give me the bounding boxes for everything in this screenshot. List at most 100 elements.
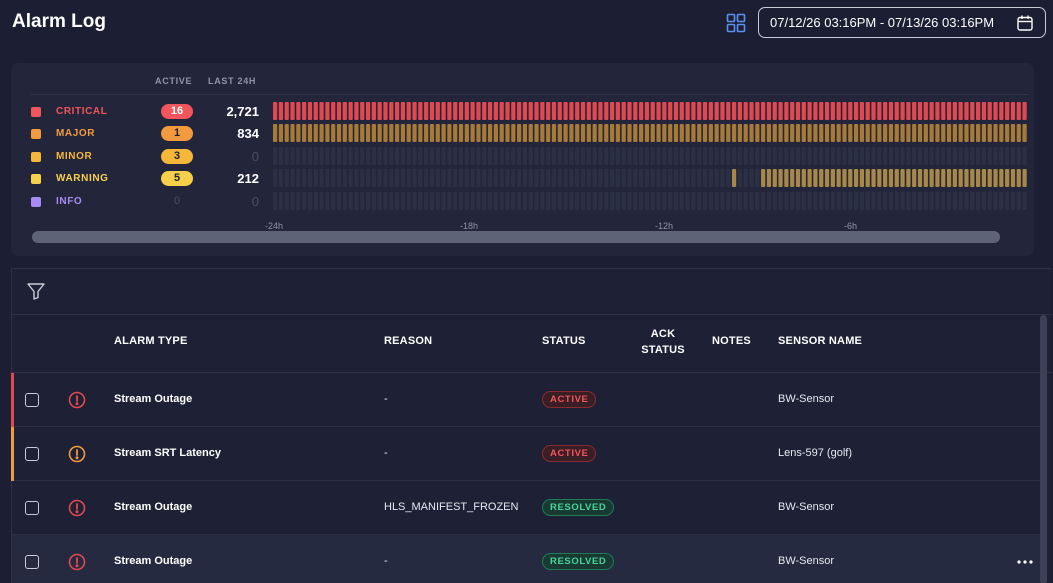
histogram-bar bbox=[429, 192, 435, 210]
sensor-name-cell[interactable]: BW-Sensor bbox=[778, 501, 834, 513]
row-checkbox[interactable] bbox=[25, 501, 39, 515]
histogram-bar bbox=[348, 192, 353, 210]
histogram-bar bbox=[772, 169, 777, 187]
histogram-bar bbox=[964, 147, 969, 165]
histogram-bar bbox=[883, 147, 888, 165]
table-row[interactable]: Stream Outage HLS_MANIFEST_FROZEN RESOLV… bbox=[12, 481, 1040, 535]
histogram-bar bbox=[400, 192, 406, 210]
histogram-bar bbox=[784, 192, 789, 210]
severity-row-info[interactable]: INFO 0 0 bbox=[11, 192, 1034, 212]
histogram-bar bbox=[470, 102, 475, 120]
histogram-bar bbox=[790, 124, 795, 142]
column-header-reason[interactable]: REASON bbox=[384, 335, 432, 347]
sensor-name-cell[interactable]: Lens-597 (golf) bbox=[778, 447, 852, 459]
histogram-bar bbox=[493, 147, 498, 165]
histogram-bar bbox=[487, 192, 493, 210]
histogram-bar bbox=[854, 169, 859, 187]
histogram-bar bbox=[743, 192, 748, 210]
histogram-bar bbox=[633, 192, 638, 210]
histogram-bar bbox=[313, 192, 318, 210]
reason-cell: - bbox=[384, 555, 388, 567]
histogram-bar bbox=[586, 147, 591, 165]
histogram-bar bbox=[883, 192, 888, 210]
histogram-bar bbox=[290, 102, 295, 120]
histogram-bar bbox=[778, 124, 783, 142]
histogram-bar bbox=[633, 102, 638, 120]
severity-row-minor[interactable]: MINOR 3 0 bbox=[11, 147, 1034, 167]
histogram-bar bbox=[383, 147, 388, 165]
row-checkbox[interactable] bbox=[25, 393, 39, 407]
histogram-bar bbox=[935, 124, 940, 142]
histogram-bar bbox=[487, 124, 493, 142]
more-options-icon[interactable] bbox=[1016, 554, 1034, 570]
table-row[interactable]: Stream Outage - RESOLVED BW-Sensor bbox=[12, 535, 1040, 583]
histogram-bar bbox=[511, 147, 516, 165]
histogram-bar bbox=[877, 124, 882, 142]
table-scrollbar[interactable] bbox=[1040, 315, 1047, 583]
histogram-bar bbox=[795, 124, 801, 142]
histogram-bar bbox=[575, 192, 580, 210]
column-header-sensor-name[interactable]: SENSOR NAME bbox=[778, 335, 862, 347]
alarm-type-cell[interactable]: Stream Outage bbox=[114, 393, 192, 405]
histogram-bar bbox=[941, 102, 946, 120]
alarm-type-cell[interactable]: Stream Outage bbox=[114, 501, 192, 513]
table-row[interactable]: Stream Outage - ACTIVE BW-Sensor bbox=[11, 373, 1040, 427]
histogram-bar bbox=[842, 169, 847, 187]
histogram-bar bbox=[702, 147, 708, 165]
histogram-bar bbox=[563, 102, 568, 120]
date-range-picker[interactable]: 07/12/26 03:16PM - 07/13/26 03:16PM bbox=[758, 7, 1046, 38]
histogram-bar bbox=[976, 102, 981, 120]
column-header-ack-status[interactable]: ACK STATUS bbox=[636, 326, 690, 358]
histogram-bar bbox=[644, 147, 650, 165]
histogram-bar bbox=[464, 192, 469, 210]
histogram-bar bbox=[906, 169, 911, 187]
histogram-bar bbox=[546, 147, 551, 165]
histogram-bar bbox=[772, 147, 777, 165]
sensor-name-cell[interactable]: BW-Sensor bbox=[778, 555, 834, 567]
histogram-bar bbox=[813, 124, 818, 142]
histogram-bar bbox=[273, 169, 278, 187]
histogram-bar bbox=[865, 169, 870, 187]
row-checkbox[interactable] bbox=[25, 555, 39, 569]
status-badge: RESOLVED bbox=[542, 553, 615, 570]
column-header-alarm-type[interactable]: ALARM TYPE bbox=[114, 335, 188, 347]
timeline-scrollbar[interactable] bbox=[32, 231, 1000, 243]
sensor-name-cell[interactable]: BW-Sensor bbox=[778, 393, 834, 405]
severity-row-major[interactable]: MAJOR 1 834 bbox=[11, 124, 1034, 144]
histogram-bar bbox=[546, 124, 551, 142]
grid-icon[interactable] bbox=[726, 13, 746, 33]
histogram-bar bbox=[365, 192, 371, 210]
histogram-bar bbox=[563, 192, 568, 210]
histogram-bar bbox=[824, 102, 830, 120]
histogram-bar bbox=[737, 192, 742, 210]
ack-status-label-line2: STATUS bbox=[641, 344, 685, 356]
row-checkbox[interactable] bbox=[25, 447, 39, 461]
table-row[interactable]: Stream SRT Latency - ACTIVE Lens-597 (go… bbox=[11, 427, 1040, 481]
histogram-bar bbox=[528, 147, 533, 165]
alarm-type-cell[interactable]: Stream SRT Latency bbox=[114, 447, 221, 459]
histogram-bar bbox=[377, 147, 382, 165]
histogram-bar bbox=[470, 147, 475, 165]
histogram-bar bbox=[354, 169, 359, 187]
filter-icon[interactable] bbox=[26, 281, 46, 301]
histogram-bar bbox=[476, 102, 481, 120]
column-header-notes[interactable]: NOTES bbox=[712, 335, 751, 347]
histogram-bar bbox=[482, 169, 487, 187]
histogram-bar bbox=[429, 169, 435, 187]
histogram-bar bbox=[865, 124, 870, 142]
severity-histogram bbox=[273, 147, 1027, 165]
histogram-bar bbox=[1016, 169, 1021, 187]
histogram-bar bbox=[435, 192, 440, 210]
histogram-bar bbox=[464, 124, 469, 142]
histogram-bar bbox=[731, 147, 737, 165]
histogram-bar bbox=[836, 102, 841, 120]
histogram-bar bbox=[296, 124, 301, 142]
column-header-status[interactable]: STATUS bbox=[542, 335, 586, 347]
histogram-bar bbox=[569, 169, 574, 187]
severity-row-critical[interactable]: CRITICAL 16 2,721 bbox=[11, 102, 1034, 122]
alarm-type-cell[interactable]: Stream Outage bbox=[114, 555, 192, 567]
histogram-bar bbox=[534, 147, 539, 165]
histogram-bar bbox=[412, 147, 417, 165]
severity-name: INFO bbox=[56, 196, 83, 207]
severity-row-warning[interactable]: WARNING 5 212 bbox=[11, 169, 1034, 189]
